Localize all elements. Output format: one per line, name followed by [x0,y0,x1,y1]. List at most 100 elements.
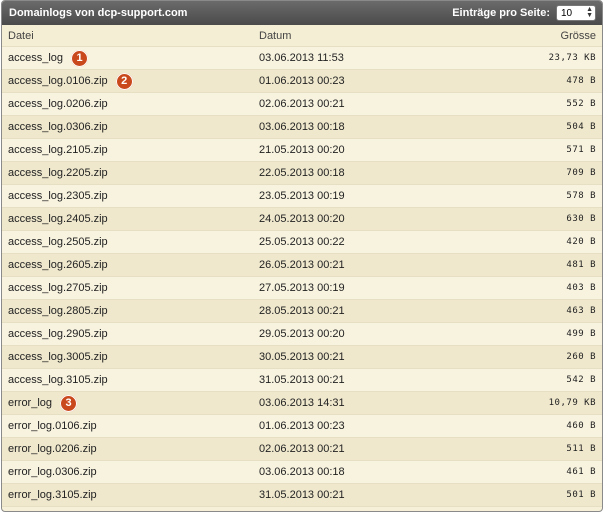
file-name-link[interactable]: access_log.0306.zip [8,121,108,133]
file-name-cell: error_log.0106.zip [8,420,97,432]
file-date-cell: 01.06.2013 00:23 [259,420,345,432]
table-row[interactable]: error_log.0306.zip 03.06.2013 00:18 461 B [2,461,602,484]
file-date-cell: 28.05.2013 00:21 [259,305,345,317]
file-date-cell: 31.05.2013 00:21 [259,374,345,386]
table-row[interactable]: access_log.2205.zip 22.05.2013 00:18 709 B [2,162,602,185]
file-name-link[interactable]: access_log.2805.zip [8,305,108,317]
file-name-cell: error_log.0206.zip [8,443,97,455]
file-size-cell: 23,73 KB [548,53,596,63]
file-date-cell: 30.05.2013 00:21 [259,351,345,363]
table-row[interactable]: access_log.2405.zip 24.05.2013 00:20 630 B [2,208,602,231]
file-size-cell: 481 B [566,260,596,270]
file-name-link[interactable]: access_log.2905.zip [8,328,108,340]
file-date-cell: 03.06.2013 00:18 [259,121,345,133]
file-name-link[interactable]: access_log.3105.zip [8,374,108,386]
table-row[interactable]: access_log.0106.zip 2 01.06.2013 00:23 478 … [2,70,602,93]
column-header-date[interactable]: Datum [259,30,291,42]
file-date-cell: 02.06.2013 00:21 [259,98,345,110]
callout-badge: 3 [60,394,78,412]
table-row[interactable]: access_log.0306.zip 03.06.2013 00:18 504 B [2,116,602,139]
file-size-cell: 709 B [566,168,596,178]
file-name-link[interactable]: error_log.3105.zip [8,489,97,501]
file-size-cell: 571 B [566,145,596,155]
domain-logs-panel: Domainlogs von dcp-support.com Einträge … [1,0,603,512]
file-name-link[interactable]: access_log.2605.zip [8,259,108,271]
file-date-cell: 31.05.2013 00:21 [259,489,345,501]
file-name-link[interactable]: access_log.2505.zip [8,236,108,248]
per-page-control: Einträge pro Seite: 10 ▲ ▼ [452,5,596,21]
file-name-link[interactable]: access_log [8,52,63,64]
file-size-cell: 542 B [566,375,596,385]
table-row[interactable]: access_log.2805.zip 28.05.2013 00:21 463 B [2,300,602,323]
table-row[interactable]: access_log.2505.zip 25.05.2013 00:22 420 B [2,231,602,254]
column-header-name[interactable]: Datei [8,30,34,42]
table-row[interactable]: access_log.2305.zip 23.05.2013 00:19 578 B [2,185,602,208]
file-name-cell: access_log.2405.zip [8,213,108,225]
file-date-cell: 03.06.2013 11:53 [259,52,344,64]
file-name-link[interactable]: access_log.2705.zip [8,282,108,294]
file-name-link[interactable]: access_log.0106.zip [8,75,108,87]
file-name-link[interactable]: error_log.0306.zip [8,466,97,478]
file-name-cell: error_log.0306.zip [8,466,97,478]
file-size-cell: 10,79 KB [548,398,596,408]
file-size-cell: 260 B [566,352,596,362]
table-row[interactable]: error_log.3105.zip 31.05.2013 00:21 501 B [2,484,602,507]
table-row[interactable]: access_log.3005.zip 30.05.2013 00:21 260 B [2,346,602,369]
table-row[interactable]: error_log.0206.zip 02.06.2013 00:21 511 B [2,438,602,461]
table-row[interactable]: access_log.2105.zip 21.05.2013 00:20 571 B [2,139,602,162]
file-name-cell: access_log.0106.zip 2 [8,72,133,90]
file-table-body: access_log 1 03.06.2013 11:53 23,73 KB acces… [2,47,602,507]
file-date-cell: 23.05.2013 00:19 [259,190,345,202]
per-page-label: Einträge pro Seite: [452,7,550,19]
file-name-cell: access_log.2605.zip [8,259,108,271]
table-row[interactable]: access_log.2605.zip 26.05.2013 00:21 481 B [2,254,602,277]
per-page-value: 10 [561,7,573,19]
table-row[interactable]: access_log.3105.zip 31.05.2013 00:21 542 B [2,369,602,392]
file-name-link[interactable]: error_log.0106.zip [8,420,97,432]
file-size-cell: 501 B [566,490,596,500]
file-date-cell: 21.05.2013 00:20 [259,144,345,156]
file-name-link[interactable]: access_log.2105.zip [8,144,108,156]
file-name-cell: access_log.2505.zip [8,236,108,248]
file-name-link[interactable]: access_log.2305.zip [8,190,108,202]
file-name-cell: error_log.3105.zip [8,489,97,501]
file-size-cell: 420 B [566,237,596,247]
file-name-link[interactable]: access_log.2405.zip [8,213,108,225]
file-name-cell: access_log.0306.zip [8,121,108,133]
table-row[interactable]: access_log.2905.zip 29.05.2013 00:20 499 B [2,323,602,346]
file-name-link[interactable]: error_log.0206.zip [8,443,97,455]
file-name-cell: access_log.2105.zip [8,144,108,156]
table-header: Datei Datum Grösse [2,25,602,47]
callout-badge: 2 [115,72,133,90]
file-size-cell: 499 B [566,329,596,339]
table-row[interactable]: access_log.2705.zip 27.05.2013 00:19 403 B [2,277,602,300]
file-name-link[interactable]: access_log.0206.zip [8,98,108,110]
file-size-cell: 630 B [566,214,596,224]
panel-title: Domainlogs von dcp-support.com [9,7,188,19]
file-name-cell: access_log 1 [8,49,89,67]
file-size-cell: 504 B [566,122,596,132]
file-date-cell: 27.05.2013 00:19 [259,282,345,294]
select-arrows-icon: ▲ ▼ [586,6,593,19]
file-name-link[interactable]: error_log [8,397,52,409]
file-name-cell: error_log 3 [8,394,78,412]
panel-titlebar: Domainlogs von dcp-support.com Einträge … [2,1,602,25]
table-row[interactable]: access_log.0206.zip 02.06.2013 00:21 552 B [2,93,602,116]
file-size-cell: 460 B [566,421,596,431]
file-size-cell: 552 B [566,99,596,109]
file-name-cell: access_log.2705.zip [8,282,108,294]
file-date-cell: 25.05.2013 00:22 [259,236,345,248]
file-size-cell: 463 B [566,306,596,316]
file-name-cell: access_log.3105.zip [8,374,108,386]
table-row[interactable]: error_log.0106.zip 01.06.2013 00:23 460 B [2,415,602,438]
table-row[interactable]: error_log 3 03.06.2013 14:31 10,79 KB [2,392,602,415]
table-row[interactable]: access_log 1 03.06.2013 11:53 23,73 KB [2,47,602,70]
callout-badge: 1 [71,49,89,67]
file-name-link[interactable]: access_log.2205.zip [8,167,108,179]
file-date-cell: 02.06.2013 00:21 [259,443,345,455]
per-page-select[interactable]: 10 ▲ ▼ [556,5,596,21]
column-header-size[interactable]: Grösse [561,30,596,42]
file-date-cell: 01.06.2013 00:23 [259,75,345,87]
file-name-cell: access_log.3005.zip [8,351,108,363]
file-name-link[interactable]: access_log.3005.zip [8,351,108,363]
